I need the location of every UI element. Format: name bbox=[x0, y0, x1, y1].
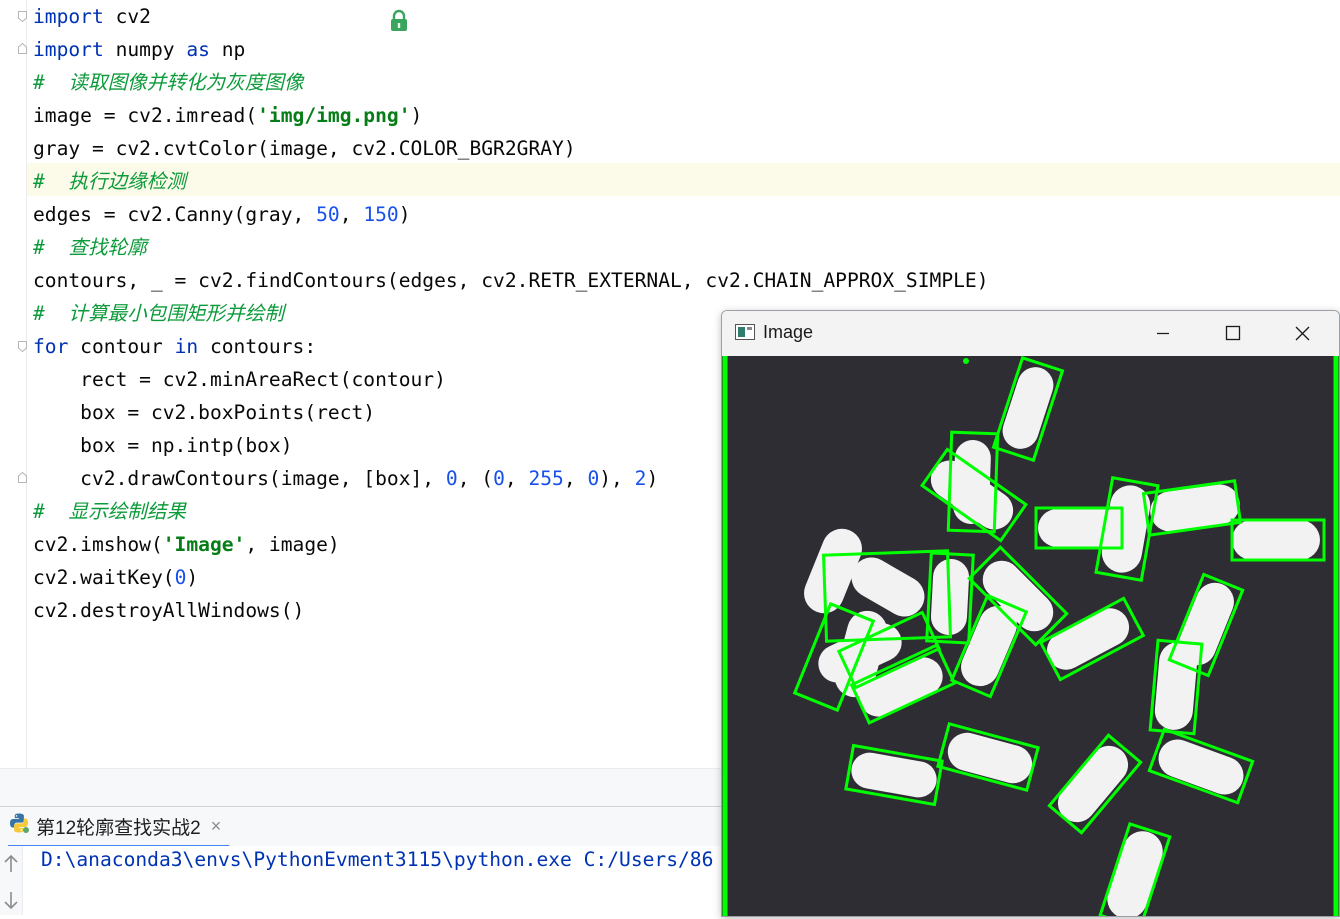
code-token: , ( bbox=[457, 467, 494, 490]
code-token: gray = cv2.cvtColor(image, cv2.COLOR_BGR… bbox=[33, 137, 576, 160]
code-token: , bbox=[339, 203, 364, 226]
code-line[interactable]: # 执行边缘检测 bbox=[33, 165, 186, 198]
code-token: 255 bbox=[528, 467, 564, 490]
pill-shape bbox=[1154, 642, 1198, 730]
code-token: np bbox=[209, 38, 246, 61]
scroll-arrows-icon bbox=[4, 854, 18, 910]
fold-marker-icon[interactable] bbox=[18, 472, 27, 483]
code-token: cv2.imshow( bbox=[33, 533, 163, 556]
code-token: ) bbox=[410, 104, 423, 127]
code-line[interactable]: cv2.drawContours(image, [box], 0, (0, 25… bbox=[33, 462, 658, 495]
code-line[interactable]: gray = cv2.cvtColor(image, cv2.COLOR_BGR… bbox=[33, 132, 576, 165]
code-token: box = cv2.boxPoints(rect) bbox=[33, 401, 376, 424]
fold-marker-icon[interactable] bbox=[18, 43, 27, 54]
code-token: for bbox=[33, 335, 69, 358]
lock-icon bbox=[388, 9, 410, 33]
console-line: D:\anaconda3\envs\PythonEvment3115\pytho… bbox=[41, 848, 714, 871]
run-config-tab[interactable]: 第12轮廓查找实战2 × bbox=[8, 807, 230, 848]
code-line[interactable]: # 查找轮廓 bbox=[33, 231, 147, 264]
window-title: Image bbox=[763, 322, 814, 342]
code-line[interactable]: cv2.destroyAllWindows() bbox=[33, 594, 304, 627]
code-token: 0 bbox=[587, 467, 600, 490]
editor-gutter bbox=[0, 0, 27, 768]
code-token: in bbox=[174, 335, 199, 358]
minimize-icon bbox=[1157, 332, 1169, 335]
fold-marker-icon[interactable] bbox=[18, 11, 27, 22]
code-line[interactable]: # 读取图像并转化为灰度图像 bbox=[33, 66, 304, 99]
code-token: # 读取图像并转化为灰度图像 bbox=[33, 71, 304, 94]
code-line[interactable]: import cv2 bbox=[33, 0, 151, 33]
code-token: 150 bbox=[363, 203, 399, 226]
code-token: as bbox=[186, 38, 210, 61]
code-line[interactable]: for contour in contours: bbox=[33, 330, 316, 363]
close-window-button[interactable] bbox=[1267, 311, 1337, 356]
code-line[interactable]: rect = cv2.minAreaRect(contour) bbox=[33, 363, 446, 396]
code-token: , bbox=[504, 467, 529, 490]
code-token: contours, _ = cv2.findContours(edges, cv… bbox=[33, 269, 989, 292]
code-token: # 显示绘制结果 bbox=[33, 500, 186, 523]
close-icon bbox=[1295, 326, 1310, 341]
code-token: image = cv2.imread( bbox=[33, 104, 258, 127]
code-token: contour bbox=[68, 335, 175, 358]
code-token: box = np.intp(box) bbox=[33, 434, 293, 457]
code-line[interactable]: image = cv2.imread('img/img.png') bbox=[33, 99, 422, 132]
pill-shape bbox=[947, 732, 1033, 784]
code-line[interactable]: box = cv2.boxPoints(rect) bbox=[33, 396, 375, 429]
console-toolbar bbox=[0, 846, 23, 915]
code-token: ) bbox=[186, 566, 199, 589]
code-token: cv2.waitKey( bbox=[33, 566, 175, 589]
code-token: contours: bbox=[198, 335, 317, 358]
code-line[interactable]: cv2.waitKey(0) bbox=[33, 561, 198, 594]
code-token: numpy bbox=[103, 38, 187, 61]
code-line[interactable]: box = np.intp(box) bbox=[33, 429, 293, 462]
current-line-highlight bbox=[0, 163, 1340, 196]
opencv-image-window[interactable]: Image bbox=[721, 310, 1340, 917]
code-token: ) bbox=[646, 467, 659, 490]
pills-image-canvas bbox=[722, 355, 1339, 916]
code-token: 'Image' bbox=[162, 533, 246, 556]
code-token: rect = cv2.minAreaRect(contour) bbox=[33, 368, 446, 391]
code-token: ) bbox=[398, 203, 411, 226]
code-line[interactable]: cv2.imshow('Image', image) bbox=[33, 528, 340, 561]
code-token: , image) bbox=[245, 533, 340, 556]
code-token: 2 bbox=[634, 467, 647, 490]
code-token: # 查找轮廓 bbox=[33, 236, 147, 259]
code-token: 0 bbox=[493, 467, 505, 490]
fold-marker-icon[interactable] bbox=[18, 341, 27, 352]
code-token: 0 bbox=[445, 467, 458, 490]
code-line[interactable]: # 显示绘制结果 bbox=[33, 495, 186, 528]
code-token: import bbox=[33, 5, 104, 28]
pills-image bbox=[722, 355, 1339, 916]
pill-shape bbox=[1232, 520, 1320, 560]
code-token: 50 bbox=[316, 203, 340, 226]
window-titlebar[interactable]: Image bbox=[722, 311, 1339, 356]
code-token: # 执行边缘检测 bbox=[33, 170, 186, 193]
contour-dot bbox=[963, 358, 969, 364]
code-line[interactable]: # 计算最小包围矩形并绘制 bbox=[33, 297, 284, 330]
code-line[interactable]: contours, _ = cv2.findContours(edges, cv… bbox=[33, 264, 989, 297]
code-token: 'img/img.png' bbox=[257, 104, 411, 127]
code-line[interactable]: edges = cv2.Canny(gray, 50, 150) bbox=[33, 198, 411, 231]
maximize-icon bbox=[1225, 325, 1241, 341]
maximize-button[interactable] bbox=[1197, 311, 1267, 356]
code-token: edges = cv2.Canny(gray, bbox=[33, 203, 317, 226]
code-token: # 计算最小包围矩形并绘制 bbox=[33, 302, 284, 325]
image-window-icon bbox=[735, 324, 755, 340]
code-token: 0 bbox=[174, 566, 187, 589]
run-tab-label: 第12轮廓查找实战2 bbox=[36, 817, 201, 839]
code-token: ), bbox=[599, 467, 635, 490]
close-tab-icon[interactable]: × bbox=[211, 816, 222, 837]
code-token: cv2 bbox=[103, 5, 151, 28]
python-icon bbox=[8, 812, 30, 840]
code-token: import bbox=[33, 38, 104, 61]
minimize-button[interactable] bbox=[1128, 311, 1198, 356]
code-token: cv2.destroyAllWindows() bbox=[33, 599, 305, 622]
code-line[interactable]: import numpy as np bbox=[33, 33, 245, 66]
code-token: cv2.drawContours(image, [box], bbox=[33, 467, 446, 490]
code-token: , bbox=[563, 467, 588, 490]
